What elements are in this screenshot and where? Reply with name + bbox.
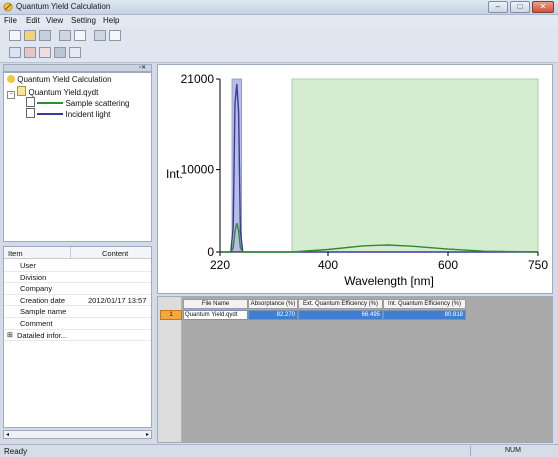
property-row[interactable]: ⊞ Datailed infor...	[4, 330, 151, 342]
tree-item-sample-scattering[interactable]: Sample scattering	[26, 97, 130, 108]
y-tick-label: 21000	[181, 72, 215, 86]
tree-item-label: Incident light	[65, 110, 111, 119]
property-name: Company	[20, 284, 53, 294]
print-preview-icon[interactable]	[74, 30, 86, 41]
property-name: Sample name	[20, 307, 67, 317]
property-name: User	[20, 261, 36, 270]
x-tick-label: 750	[528, 258, 548, 272]
minimize-button[interactable]: –	[488, 1, 508, 13]
tree-root-icon	[7, 75, 15, 83]
properties-pane: Item Content User Division Company Creation…	[3, 246, 152, 428]
header-int-qe[interactable]: Int. Quantum Efficiency (%)	[383, 299, 466, 309]
property-row[interactable]: Creation date 2012/01/17 13:57	[4, 295, 151, 307]
menu-setting[interactable]: Setting	[71, 16, 96, 25]
property-value[interactable]: 2012/01/17 13:57	[88, 296, 146, 305]
tree-item-label: Sample scattering	[65, 99, 130, 108]
property-row[interactable]: User	[4, 260, 151, 272]
grid-icon[interactable]	[54, 47, 66, 58]
panel-close-icon[interactable]: ▫✕	[139, 64, 146, 71]
open-folder-icon[interactable]	[24, 30, 36, 41]
scroll-right-icon[interactable]: ▸	[146, 431, 149, 438]
property-row[interactable]: Comment	[4, 318, 151, 330]
menu-view[interactable]: View	[46, 16, 63, 25]
y-tick-label: 0	[207, 245, 214, 259]
status-divider	[470, 446, 471, 456]
tree-panel-header	[3, 64, 152, 72]
x-tick-label: 220	[210, 258, 230, 272]
collapse-icon[interactable]: −	[7, 91, 15, 99]
spectrum-chart: 0 10000 21000 220 400 600 750 Int. Wavelength [n…	[166, 72, 548, 288]
page-setup-icon[interactable]	[109, 30, 121, 41]
menu-edit[interactable]: Edit	[26, 16, 40, 25]
x-axis-label: Wavelength [nm]	[344, 274, 434, 288]
properties-header: Item Content	[4, 247, 151, 259]
menu-file[interactable]: File	[4, 16, 17, 25]
close-button[interactable]: ✕	[532, 1, 554, 13]
series-swatch-green	[37, 102, 64, 104]
bar-chart-icon[interactable]	[69, 47, 81, 58]
new-file-icon[interactable]	[9, 30, 21, 41]
header-ext-qe[interactable]: Ext. Quantum Efficiency (%)	[298, 299, 383, 309]
document-icon	[26, 97, 35, 107]
header-absorptance[interactable]: Absorptance (%)	[248, 299, 298, 309]
property-name: Creation date	[20, 295, 66, 305]
row-index[interactable]: 1	[160, 310, 182, 320]
print-setup-icon[interactable]	[94, 30, 106, 41]
results-table: File Name Absorptance (%) Ext. Quantum E…	[157, 296, 553, 443]
table-view-icon[interactable]	[24, 47, 36, 58]
y-tick-label: 10000	[181, 163, 215, 177]
property-name: Datailed infor...	[17, 330, 68, 340]
print-icon[interactable]	[59, 30, 71, 41]
num-lock-indicator: NUM	[505, 447, 521, 454]
tree-root[interactable]: Quantum Yield Calculation	[7, 75, 112, 84]
tree-pane: Quantum Yield Calculation − Quantum Yiel…	[3, 72, 152, 242]
property-row[interactable]: Sample name	[4, 306, 151, 318]
col-item-header: Item	[8, 249, 23, 258]
spectrum-chart-panel: 0 10000 21000 220 400 600 750 Int. Wavelength [n…	[157, 64, 553, 294]
col-content-header: Content	[102, 249, 129, 258]
x-tick-label: 600	[438, 258, 458, 272]
maximize-button[interactable]: □	[510, 1, 530, 13]
cell-ext-qe[interactable]: 66.495	[298, 310, 383, 320]
file-icon	[17, 86, 27, 96]
status-text: Ready	[4, 447, 28, 456]
property-name: Division	[20, 272, 47, 282]
graph-view-icon[interactable]	[9, 47, 21, 58]
cell-absorptance[interactable]: 82.270	[248, 310, 298, 320]
header-file-name[interactable]: File Name	[183, 299, 248, 309]
document-icon	[26, 108, 35, 118]
scroll-left-icon[interactable]: ◂	[6, 431, 9, 438]
property-name: Comment	[20, 319, 53, 328]
emission-band	[291, 78, 539, 253]
cell-file-name[interactable]: Quantum Yield.qydt	[183, 310, 248, 320]
save-icon[interactable]	[39, 30, 51, 41]
tree-root-label: Quantum Yield Calculation	[17, 75, 112, 84]
y-axis-label: Int.	[166, 167, 183, 181]
cell-int-qe[interactable]: 80.818	[383, 310, 466, 320]
cursor-icon[interactable]	[39, 47, 51, 58]
expand-icon[interactable]: ⊞	[7, 331, 13, 339]
tree-item-incident-light[interactable]: Incident light	[26, 108, 110, 119]
column-divider	[70, 247, 71, 259]
property-row[interactable]: Division	[4, 272, 151, 284]
series-swatch-blue	[37, 113, 64, 115]
window-title: Quantum Yield Calculation	[16, 2, 111, 11]
property-row[interactable]: Company	[4, 283, 151, 295]
status-bar: Ready NUM	[0, 444, 558, 457]
app-icon	[3, 2, 13, 12]
x-tick-label: 400	[318, 258, 338, 272]
menu-help[interactable]: Help	[103, 16, 119, 25]
horizontal-scrollbar[interactable]: ◂ ▸	[3, 430, 152, 439]
tree-file-label: Quantum Yield.qydt	[28, 88, 99, 97]
